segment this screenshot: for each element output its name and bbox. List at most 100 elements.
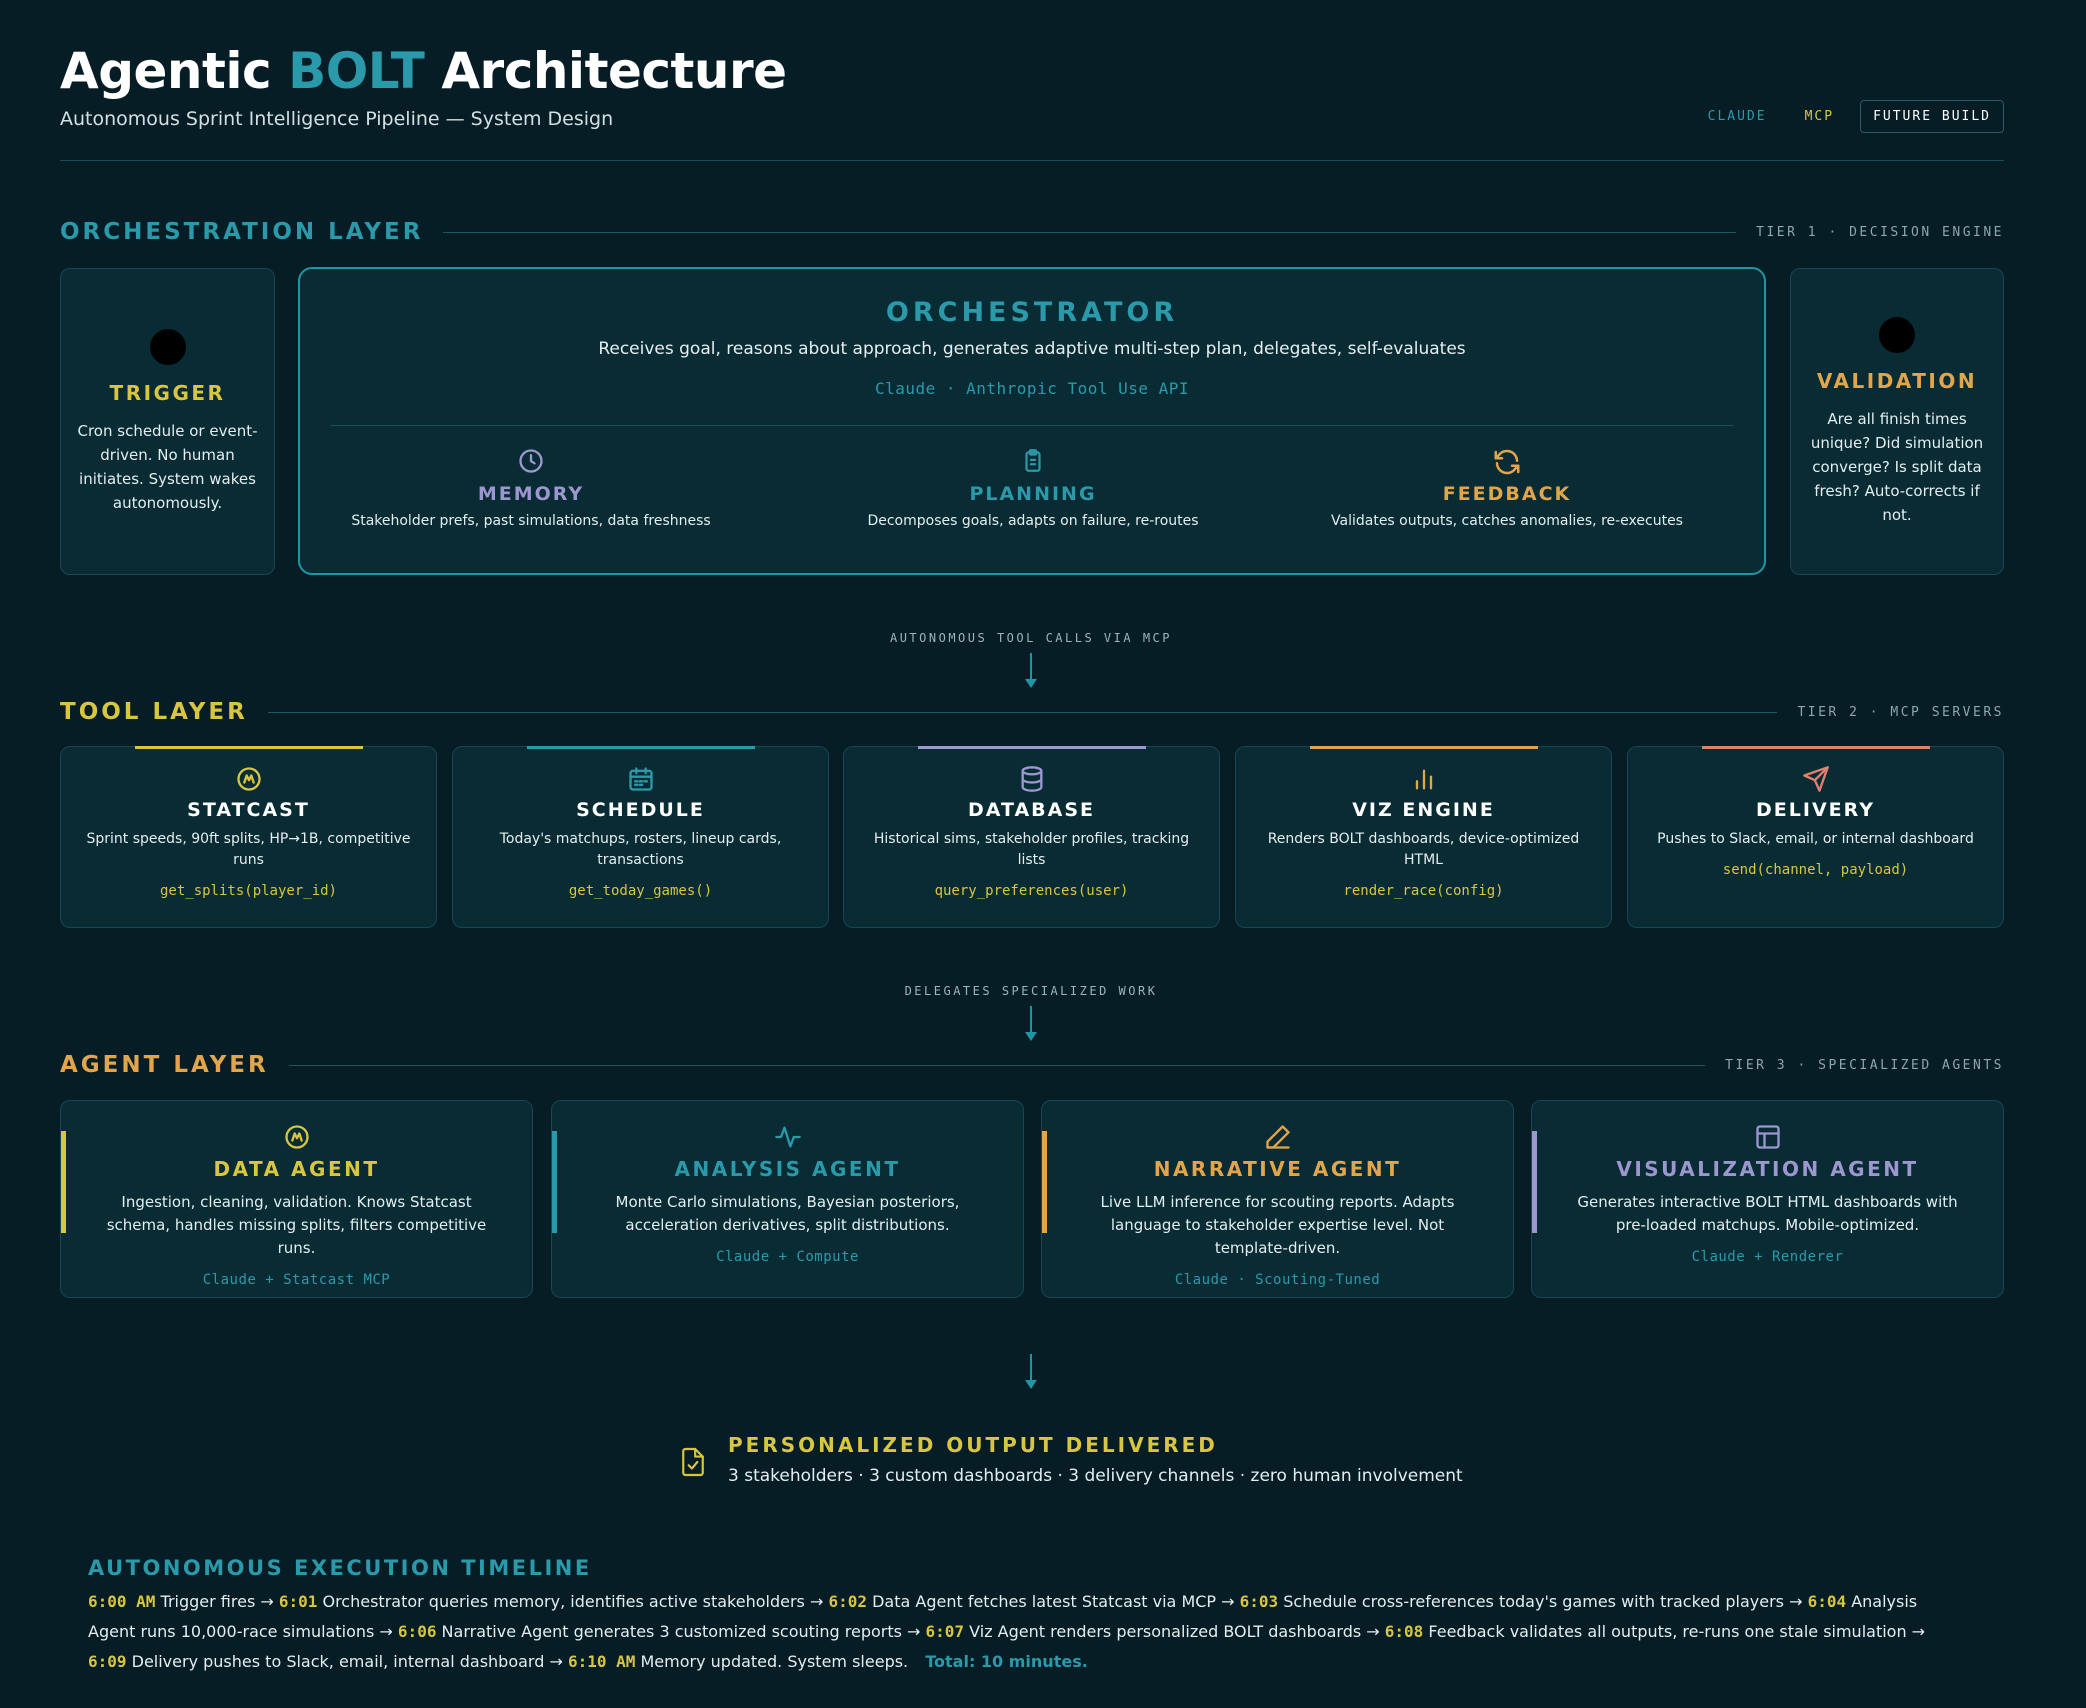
planning-name: PLANNING — [969, 483, 1097, 505]
connector-line — [1030, 1006, 1032, 1032]
validation-icon — [1879, 316, 1915, 353]
feedback-desc: Validates outputs, catches anomalies, re… — [1331, 513, 1683, 529]
tool-desc: Sprint speeds, 90ft splits, HP→1B, compe… — [86, 831, 411, 868]
timeline-total: Total: 10 minutes. — [925, 1652, 1088, 1671]
orchestrator-name: ORCHESTRATOR — [885, 297, 1179, 328]
section-line — [267, 711, 1778, 713]
agent-desc: Generates interactive BOLT HTML dashboar… — [1577, 1193, 1958, 1234]
section-line — [288, 1064, 1706, 1066]
orchestration-tier: TIER 1 · DECISION ENGINE — [1756, 224, 2004, 240]
agent-tech: Claude + Statcast MCP — [202, 1272, 391, 1288]
orchestrator-desc: Receives goal, reasons about approach, g… — [598, 339, 1466, 359]
orchestrator-card: ORCHESTRATOR Receives goal, reasons abou… — [298, 267, 1766, 575]
agent-card-narrative: NARRATIVE AGENT Live LLM inference for s… — [1041, 1100, 1514, 1298]
tool-name: DATABASE — [967, 799, 1096, 821]
gauge-icon — [61, 765, 436, 793]
gauge-icon — [61, 1123, 532, 1151]
tag-mcp: MCP — [1804, 109, 1835, 124]
tool-desc: Pushes to Slack, email, or internal dash… — [1657, 831, 1974, 847]
database-icon — [844, 765, 1219, 793]
timeline-step: Feedback validates all outputs, re-runs … — [1428, 1622, 1907, 1641]
agent-name: VISUALIZATION AGENT — [1616, 1157, 1919, 1181]
connector-delegates-label: DELEGATES SPECIALIZED WORK — [904, 984, 1158, 998]
agent-card-visualization: VISUALIZATION AGENT Generates interactiv… — [1531, 1100, 2004, 1298]
orchestrator-api: Claude · Anthropic Tool Use API — [874, 379, 1190, 398]
tool-card-delivery: DELIVERY Pushes to Slack, email, or inte… — [1627, 746, 2004, 928]
header-divider — [60, 160, 2004, 161]
agent-card-analysis: ANALYSIS AGENT Monte Carlo simulations, … — [551, 1100, 1024, 1298]
timeline-step: Memory updated. System sleeps. — [640, 1652, 909, 1671]
timeline-time: 6:04 — [1807, 1592, 1847, 1611]
orchestrator-divider — [330, 425, 1734, 426]
send-icon — [1628, 765, 2003, 793]
tag-future-build: FUTURE BUILD — [1860, 100, 2004, 133]
title-accent: BOLT — [288, 42, 425, 100]
accent-bar — [1310, 746, 1538, 749]
accent-bar — [1532, 1131, 1537, 1233]
tool-name: SCHEDULE — [576, 799, 705, 821]
tool-desc: Historical sims, stakeholder profiles, t… — [873, 831, 1190, 868]
timeline-time: 6:06 — [397, 1622, 437, 1641]
agent-layer-title: AGENT LAYER — [60, 1052, 269, 1078]
timeline-body: 6:00 AM Trigger fires → 6:01 Orchestrato… — [88, 1592, 1926, 1671]
connector-tool-calls-label: AUTONOMOUS TOOL CALLS VIA MCP — [889, 631, 1172, 645]
arrow-down-icon — [1025, 679, 1037, 688]
tag-claude: CLAUDE — [1707, 109, 1767, 124]
timeline-title: AUTONOMOUS EXECUTION TIMELINE — [88, 1556, 592, 1580]
connector-line — [1030, 1354, 1032, 1380]
page-title: Agentic BOLT Architecture — [60, 42, 787, 100]
tool-layer-header: TOOL LAYER TIER 2 · MCP SERVERS — [60, 697, 2004, 727]
refresh-icon — [1277, 447, 1737, 477]
trigger-desc: Cron schedule or event-driven. No human … — [77, 421, 258, 512]
timeline-time: 6:08 — [1384, 1622, 1424, 1641]
file-check-icon — [680, 1446, 706, 1482]
title-prefix: Agentic — [60, 42, 272, 100]
tool-function: get_splits(player_id) — [159, 883, 337, 899]
tool-card-schedule: SCHEDULE Today's matchups, rosters, line… — [452, 746, 829, 928]
connector-line — [1030, 653, 1032, 679]
clipboard-icon — [803, 447, 1263, 477]
accent-bar — [552, 1131, 557, 1233]
header-tags: CLAUDE MCP FUTURE BUILD — [1696, 100, 2004, 133]
clock-icon — [301, 447, 761, 477]
timeline-step: Data Agent fetches latest Statcast via M… — [872, 1592, 1217, 1611]
output-title: PERSONALIZED OUTPUT DELIVERED — [728, 1433, 1218, 1457]
agent-desc: Live LLM inference for scouting reports.… — [1100, 1193, 1455, 1257]
memory-module: MEMORY Stakeholder prefs, past simulatio… — [301, 447, 761, 529]
agent-tier: TIER 3 · SPECIALIZED AGENTS — [1725, 1057, 2004, 1073]
trigger-card: TRIGGER Cron schedule or event-driven. N… — [60, 268, 275, 575]
accent-bar — [527, 746, 755, 749]
accent-bar — [1042, 1131, 1047, 1233]
timeline-step: Delivery pushes to Slack, email, interna… — [131, 1652, 545, 1671]
arrow-down-icon — [1025, 1380, 1037, 1389]
orchestration-layer-title: ORCHESTRATION LAYER — [60, 219, 424, 245]
arrow-down-icon — [1025, 1032, 1037, 1041]
timeline-step: Viz Agent renders personalized BOLT dash… — [969, 1622, 1362, 1641]
agent-card-data: DATA AGENT Ingestion, cleaning, validati… — [60, 1100, 533, 1298]
timeline-time: 6:07 — [925, 1622, 965, 1641]
agent-name: DATA AGENT — [213, 1157, 380, 1181]
timeline-time: 6:01 — [278, 1592, 318, 1611]
activity-icon — [552, 1123, 1023, 1151]
connector-delegates: DELEGATES SPECIALIZED WORK — [0, 984, 2062, 1041]
validation-card: VALIDATION Are all finish times unique? … — [1790, 268, 2004, 575]
connector-tool-calls: AUTONOMOUS TOOL CALLS VIA MCP — [0, 631, 2062, 688]
feedback-name: FEEDBACK — [1442, 483, 1572, 505]
tool-layer-title: TOOL LAYER — [60, 699, 248, 725]
trigger-icon — [149, 328, 186, 365]
section-line — [443, 231, 1737, 233]
agent-name: NARRATIVE AGENT — [1153, 1157, 1402, 1181]
timeline-step: Orchestrator queries memory, identifies … — [322, 1592, 805, 1611]
timeline-time: 6:03 — [1239, 1592, 1279, 1611]
tool-desc: Renders BOLT dashboards, device-optimize… — [1267, 831, 1580, 868]
accent-bar — [135, 746, 363, 749]
calendar-icon — [453, 765, 828, 793]
tool-function: send(channel, payload) — [1722, 862, 1909, 878]
layout-icon — [1532, 1123, 2003, 1151]
trigger-name: TRIGGER — [109, 380, 226, 405]
tool-function: render_race(config) — [1343, 883, 1504, 899]
timeline-step: Schedule cross-references today's games … — [1283, 1592, 1784, 1611]
title-suffix: Architecture — [441, 42, 787, 100]
timeline-step: Narrative Agent generates 3 customized s… — [441, 1622, 902, 1641]
validation-desc: Are all finish times unique? Did simulat… — [1810, 409, 1984, 524]
